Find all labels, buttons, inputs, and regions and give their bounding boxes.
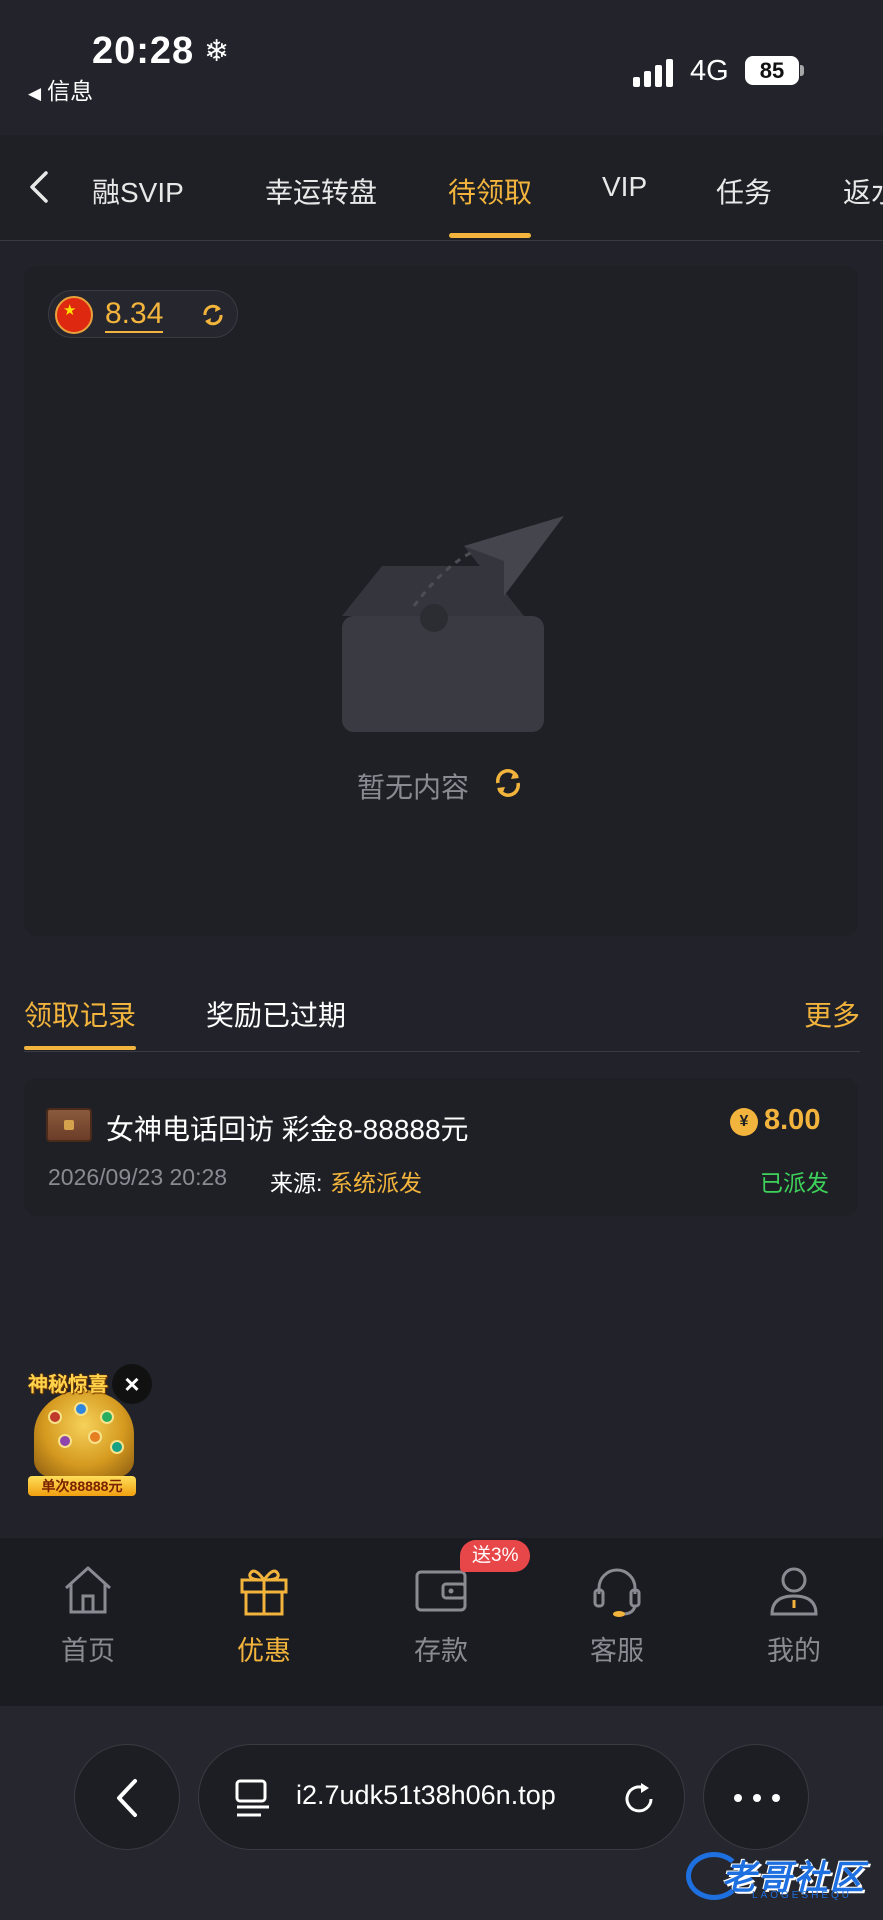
yen-coin-icon: ¥ xyxy=(730,1108,758,1136)
empty-state-text: 暂无内容 xyxy=(357,772,470,803)
nav-home[interactable]: 首页 xyxy=(28,1560,148,1680)
active-record-tab-indicator xyxy=(24,1046,136,1050)
dot xyxy=(753,1794,761,1802)
signal-icon xyxy=(633,57,677,87)
promo-label: 单次88888元 xyxy=(28,1476,136,1496)
balance-pill[interactable]: 8.34 xyxy=(48,290,238,338)
nav-profile[interactable]: 我的 xyxy=(734,1560,854,1680)
reload-icon[interactable] xyxy=(619,1779,659,1819)
nav-promotions-label: 优惠 xyxy=(237,1636,291,1666)
tab-svip[interactable]: 融SVIP xyxy=(92,171,184,211)
chevron-left-icon xyxy=(117,1779,137,1817)
battery-icon: 85 xyxy=(745,56,799,85)
tab-rebate[interactable]: 返水 xyxy=(843,171,883,211)
pending-rewards-panel: 8.34 暂无内容 xyxy=(24,266,858,936)
divider xyxy=(24,1051,860,1052)
back-to-app-link[interactable]: ◀ 信息 xyxy=(28,72,93,106)
gift-icon xyxy=(240,1569,288,1616)
status-time: 20:28 xyxy=(92,30,195,72)
tab-expired-rewards[interactable]: 奖励已过期 xyxy=(206,994,346,1034)
nav-profile-label: 我的 xyxy=(767,1636,821,1666)
refresh-balance-icon[interactable] xyxy=(199,301,227,329)
record-status: 已派发 xyxy=(760,1170,829,1196)
tab-pending[interactable]: 待领取 xyxy=(448,171,532,211)
page-menu-icon[interactable] xyxy=(233,1777,273,1819)
nav-promotions[interactable]: 优惠 xyxy=(204,1560,324,1680)
refresh-icon[interactable] xyxy=(490,765,526,801)
more-link[interactable]: 更多 xyxy=(804,994,860,1034)
bottom-navigation: 首页 优惠 存款 客服 我的 xyxy=(0,1538,883,1706)
address-bar[interactable]: i2.7udk51t38h06n.top xyxy=(198,1744,685,1850)
nav-home-label: 首页 xyxy=(61,1636,115,1666)
browser-more-button[interactable] xyxy=(703,1744,809,1850)
browser-back-button[interactable] xyxy=(74,1744,180,1850)
tab-claim-records[interactable]: 领取记录 xyxy=(24,994,136,1034)
network-type: 4G xyxy=(690,55,729,87)
deposit-bonus-badge: 送3% xyxy=(460,1540,531,1572)
china-flag-icon xyxy=(55,296,93,334)
watermark-subtext: LAOGESHEQU xyxy=(752,1890,853,1901)
tab-tasks[interactable]: 任务 xyxy=(716,171,772,211)
status-bar: 20:28 ❄ ◀ 信息 4G 85 xyxy=(0,0,883,135)
treasure-chest-icon xyxy=(46,1108,92,1142)
record-source: 系统派发 xyxy=(330,1170,422,1196)
record-source-label: 来源: xyxy=(270,1170,323,1196)
home-icon xyxy=(64,1566,112,1614)
close-icon[interactable]: × xyxy=(112,1364,152,1404)
record-title: 女神电话回访 彩金8-88888元 xyxy=(106,1114,469,1145)
user-icon xyxy=(770,1567,818,1616)
dot xyxy=(734,1794,742,1802)
url-text: i2.7udk51t38h06n.top xyxy=(296,1780,556,1810)
snowflake-icon: ❄ xyxy=(204,35,230,68)
nav-support-label: 客服 xyxy=(590,1636,644,1666)
headset-icon xyxy=(593,1568,641,1617)
tab-vip[interactable]: VIP xyxy=(602,171,647,203)
money-tree-icon xyxy=(34,1390,134,1478)
back-app-label: 信息 xyxy=(47,78,94,104)
back-triangle-icon: ◀ xyxy=(28,84,42,103)
nav-deposit-label: 存款 xyxy=(414,1636,468,1666)
nav-support[interactable]: 客服 xyxy=(557,1560,677,1680)
chevron-left-icon[interactable] xyxy=(20,165,60,209)
nav-deposit[interactable]: 存款 xyxy=(381,1560,501,1680)
promo-title: 神秘惊喜 xyxy=(28,1374,108,1396)
tab-lucky-wheel[interactable]: 幸运转盘 xyxy=(265,171,377,211)
record-amount: 8.00 xyxy=(764,1104,821,1136)
watermark-logo: 老哥社区 LAOGESHEQU xyxy=(686,1846,876,1904)
empty-box-icon xyxy=(342,516,564,732)
record-item[interactable]: 女神电话回访 彩金8-88888元 ¥ 8.00 2026/09/23 20:2… xyxy=(24,1078,858,1216)
category-tab-bar: 融SVIP 幸运转盘 待领取 VIP 任务 返水 xyxy=(0,135,883,241)
battery-tip xyxy=(800,65,804,76)
record-time: 2026/09/23 20:28 xyxy=(48,1164,228,1190)
dot xyxy=(772,1794,780,1802)
active-tab-indicator xyxy=(449,233,531,238)
balance-value: 8.34 xyxy=(105,297,164,333)
